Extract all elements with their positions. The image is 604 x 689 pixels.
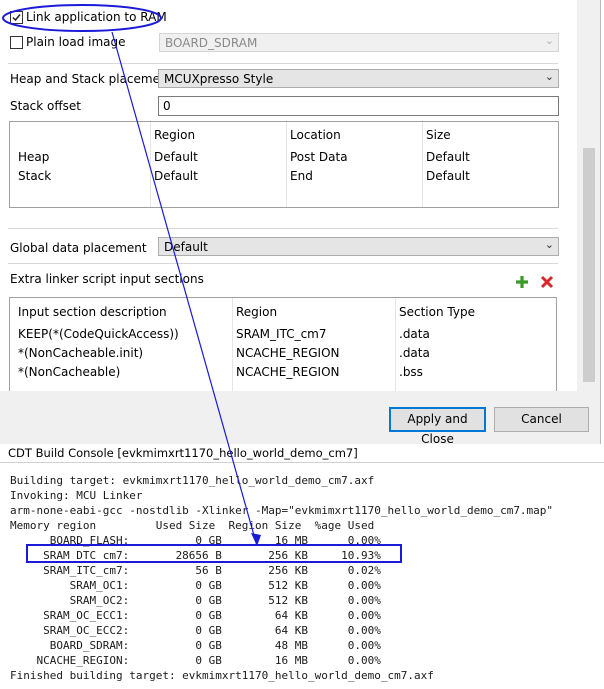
highlight-rectangle — [26, 544, 402, 563]
highlight-ellipse — [2, 4, 162, 32]
annotation-overlay — [2, 4, 402, 563]
annotation-arrow-line — [111, 31, 258, 547]
